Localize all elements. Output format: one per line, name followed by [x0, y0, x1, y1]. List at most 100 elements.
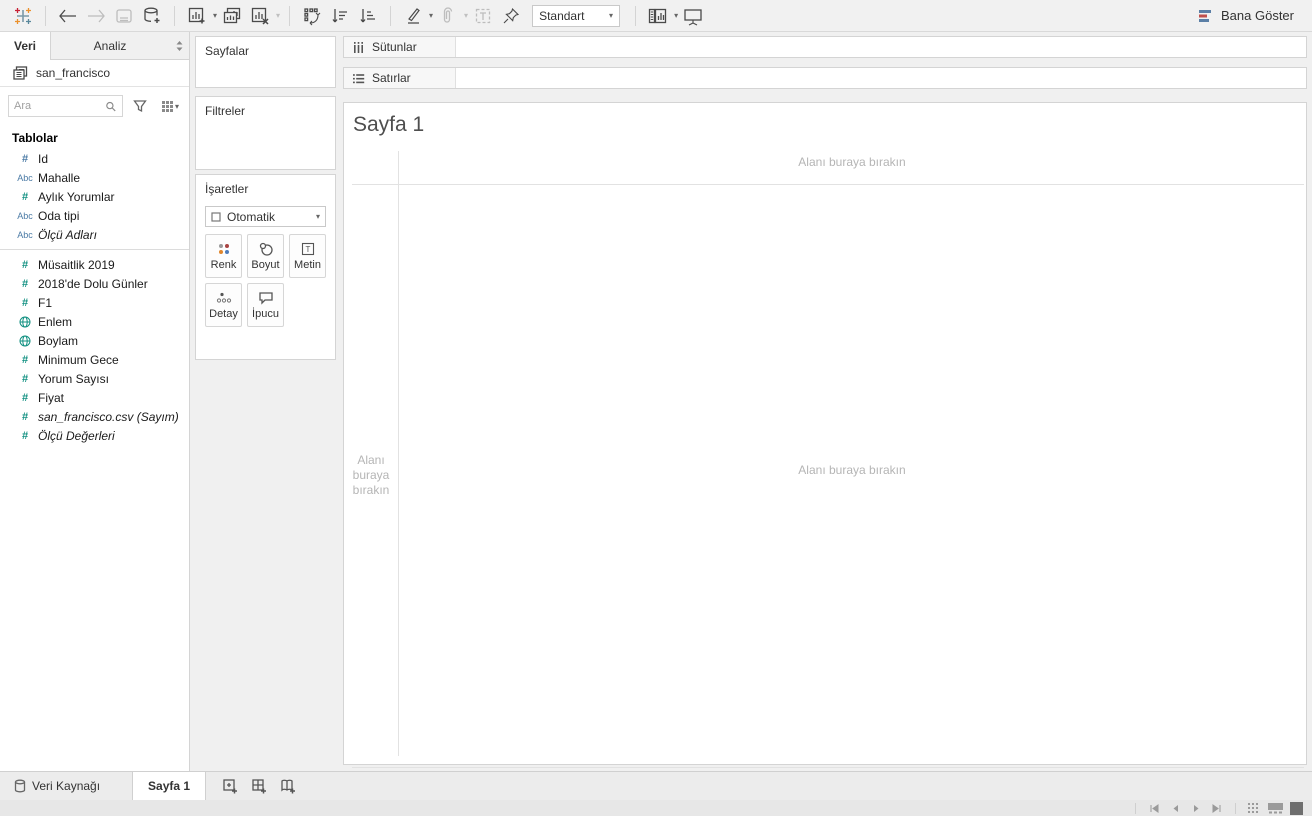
group-caret[interactable]: ▾ [464, 11, 468, 20]
tables-header: Tablolar [12, 131, 58, 145]
show-tabs-view-button[interactable] [1246, 801, 1262, 815]
swap-axes-button[interactable] [299, 3, 325, 29]
text-label: Metin [294, 258, 321, 271]
tab-data[interactable]: Veri [0, 32, 52, 60]
first-sheet-button[interactable] [1146, 801, 1162, 815]
mark-type-dropdown[interactable]: Otomatik ▾ [205, 206, 326, 227]
dimension-field-row[interactable]: Abc Mahalle [0, 168, 189, 187]
redo-button[interactable] [83, 3, 109, 29]
measure-field-row[interactable]: Enlem [0, 312, 189, 331]
new-story-tab-button[interactable] [274, 772, 303, 800]
sheet-view-button[interactable] [1288, 801, 1304, 815]
pane-divider-vertical [398, 151, 399, 756]
show-me-label: Bana Göster [1221, 8, 1294, 23]
new-worksheet-tab-button[interactable] [216, 772, 245, 800]
dimension-field-row[interactable]: Abc Ölçü Adları [0, 225, 189, 244]
last-sheet-button[interactable] [1209, 801, 1225, 815]
new-worksheet-button[interactable] [184, 3, 210, 29]
search-input[interactable] [14, 100, 106, 112]
filter-fields-button[interactable] [127, 95, 153, 117]
previous-sheet-button[interactable] [1167, 801, 1183, 815]
number-icon: # [21, 429, 29, 442]
drop-zone-center[interactable]: Alanı buraya bırakın [398, 463, 1306, 477]
undo-button[interactable] [55, 3, 81, 29]
columns-shelf-content[interactable] [456, 37, 1306, 57]
data-source-name: san_francisco [36, 66, 111, 80]
filmstrip-view-button[interactable] [1267, 801, 1283, 815]
columns-icon [354, 41, 363, 53]
size-button[interactable]: Boyut [247, 234, 284, 278]
show-me-button[interactable]: Bana Göster [1197, 8, 1302, 24]
clear-sheet-button[interactable] [247, 3, 273, 29]
save-button[interactable] [111, 3, 137, 29]
show-labels-button[interactable] [470, 3, 496, 29]
measure-field-row[interactable]: # Fiyat [0, 388, 189, 407]
tab-analytics[interactable]: Analiz [51, 32, 169, 59]
add-datasource-button[interactable] [139, 3, 165, 29]
measure-field-row[interactable]: # san_francisco.csv (Sayım) [0, 407, 189, 426]
measure-field-row[interactable]: # Minimum Gece [0, 350, 189, 369]
tableau-logo[interactable] [10, 3, 36, 29]
filters-shelf[interactable]: Filtreler [195, 96, 336, 170]
view-grid-caret: ▾ [174, 101, 179, 111]
new-dashboard-tab-button[interactable] [245, 772, 274, 800]
drop-zone-rows[interactable]: Alanı buraya bırakın [344, 453, 398, 498]
measure-field-row[interactable]: # F1 [0, 293, 189, 312]
fit-dropdown[interactable]: Standart ▾ [532, 4, 621, 27]
number-icon: # [21, 372, 29, 385]
color-icon [218, 243, 229, 254]
rows-shelf-content[interactable] [456, 68, 1306, 88]
new-worksheet-caret[interactable]: ▾ [213, 11, 217, 20]
data-source-tab[interactable]: Veri Kaynağı [0, 772, 114, 800]
show-cards-button[interactable] [645, 3, 671, 29]
dimension-field-row[interactable]: Abc Oda tipi [0, 206, 189, 225]
detail-button[interactable]: Detay [205, 283, 242, 327]
size-icon [259, 242, 273, 256]
highlight-caret[interactable]: ▾ [429, 11, 433, 20]
search-box[interactable] [8, 95, 123, 117]
show-cards-caret[interactable]: ▾ [674, 11, 678, 20]
sort-descending-button[interactable] [355, 3, 381, 29]
pages-shelf[interactable]: Sayfalar [195, 36, 336, 88]
tab-data-label: Veri [14, 39, 37, 53]
sheet-title: Sayfa 1 [353, 113, 425, 136]
drop-zone-columns[interactable]: Alanı buraya bırakın [398, 155, 1306, 169]
sheet-canvas[interactable]: Sayfa 1 Alanı buraya bırakın Alanı buraya… [343, 102, 1307, 768]
group-button[interactable] [435, 3, 461, 29]
rows-shelf[interactable]: Satırlar [343, 67, 1307, 89]
tooltip-button[interactable]: İpucu [247, 283, 284, 327]
number-icon: # [21, 277, 29, 290]
number-icon: # [21, 296, 29, 309]
measure-field-row[interactable]: # Müsaitlik 2019 [0, 255, 189, 274]
measure-field-row[interactable]: # Yorum Sayısı [0, 369, 189, 388]
columns-shelf[interactable]: Sütunlar [343, 36, 1307, 58]
duplicate-button[interactable] [219, 3, 245, 29]
next-sheet-button[interactable] [1188, 801, 1204, 815]
new-sheet-icon [223, 778, 238, 793]
measure-field-row[interactable]: # Ölçü Değerleri [0, 426, 189, 445]
data-source-item[interactable]: san_francisco [0, 60, 189, 87]
view-grid-button[interactable]: ▾ [157, 95, 183, 117]
datasource-icon [13, 66, 28, 80]
sheet-tab-active[interactable]: Sayfa 1 [132, 772, 207, 800]
dimension-field-row[interactable]: # Aylık Yorumlar [0, 187, 189, 206]
field-label: Id [38, 151, 49, 166]
measure-field-row[interactable]: #2018'de Dolu Günler [0, 274, 189, 293]
field-label: Minimum Gece [38, 352, 119, 367]
status-separator [1135, 802, 1136, 814]
new-story-icon [281, 779, 296, 793]
pane-sort-icon[interactable] [169, 32, 189, 59]
presentation-mode-button[interactable] [680, 3, 706, 29]
fix-axes-button[interactable] [498, 3, 524, 29]
data-pane-tabs: Veri Analiz [0, 32, 189, 60]
dimension-field-row[interactable]: # Id [0, 149, 189, 168]
measure-field-row[interactable]: Boylam [0, 331, 189, 350]
text-button[interactable]: T Metin [289, 234, 326, 278]
highlight-button[interactable] [400, 3, 426, 29]
toolbar-separator [289, 5, 291, 26]
columns-label: Sütunlar [372, 40, 417, 54]
color-button[interactable]: Renk [205, 234, 242, 278]
clear-sheet-caret[interactable]: ▾ [276, 11, 280, 20]
color-label: Renk [210, 258, 237, 271]
sort-ascending-button[interactable] [327, 3, 353, 29]
